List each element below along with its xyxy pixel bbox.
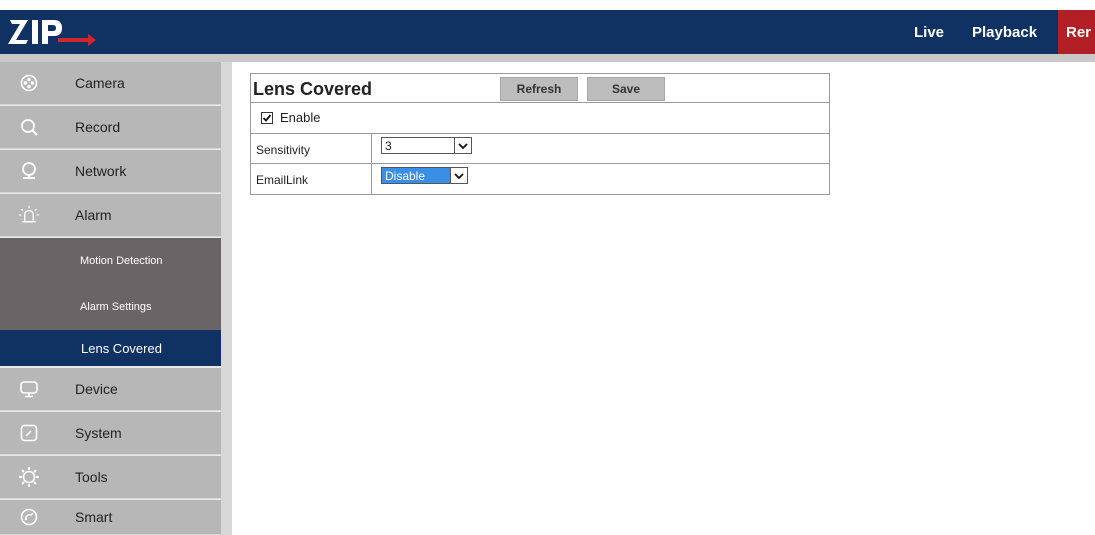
sensitivity-label: Sensitivity [256,143,311,157]
enable-label: Enable [280,110,321,125]
sidebar-item-tools[interactable]: Tools [0,456,221,499]
emaillink-label: EmailLink [256,173,309,187]
sidebar-item-camera[interactable]: Camera [0,62,221,105]
emaillink-row: EmailLink Disable [251,164,829,194]
zip-logo [8,20,96,46]
sidebar-item-smart[interactable]: Smart [0,500,221,535]
sidebar-item-device[interactable]: Device [0,368,221,411]
system-icon [18,422,40,444]
sidebar-scrollbar[interactable] [221,62,232,535]
sidebar-item-system[interactable]: System [0,412,221,455]
header-bar: Live Playback Rer [0,10,1095,54]
top-strip [0,0,1095,10]
sidebar-item-label: Device [75,381,118,397]
camera-icon [18,72,40,94]
sidebar-subitem-motion-detection[interactable]: Motion Detection [0,238,221,284]
sidebar-item-label: Network [75,163,127,179]
sidebar: Camera Record Network Alarm Motion Detec… [0,62,232,535]
refresh-button[interactable]: Refresh [500,77,578,101]
nav-playback[interactable]: Playback [972,10,1037,54]
network-icon [18,160,40,182]
chevron-down-icon[interactable] [450,168,467,183]
sidebar-subitem-label: Lens Covered [81,340,162,356]
save-button[interactable]: Save [587,77,665,101]
panel-header: Lens Covered Refresh Save [251,74,829,103]
gear-icon [18,466,40,488]
sensitivity-value: 3 [385,138,392,153]
enable-row: Enable [251,103,829,134]
sidebar-item-label: System [75,425,122,441]
sensitivity-row: Sensitivity 3 [251,134,829,164]
emaillink-value: Disable [382,168,450,183]
sidebar-item-label: Tools [75,469,108,485]
lens-covered-panel: Lens Covered Refresh Save Enable Sensiti… [250,73,830,195]
search-icon [18,116,40,138]
smart-icon [18,506,40,528]
alarm-icon [18,204,40,226]
enable-checkbox[interactable] [261,112,273,124]
sidebar-subitem-label: Alarm Settings [80,301,152,313]
chevron-down-icon[interactable] [454,138,471,153]
header-divider [0,54,1095,62]
nav-live[interactable]: Live [914,10,944,54]
sidebar-item-record[interactable]: Record [0,106,221,149]
sidebar-subitem-label: Motion Detection [80,255,163,267]
sidebar-item-label: Alarm [75,207,112,223]
sidebar-item-alarm[interactable]: Alarm [0,194,221,237]
sidebar-subitem-lens-covered[interactable]: Lens Covered [0,330,221,366]
emaillink-select[interactable]: Disable [381,167,468,184]
sensitivity-select[interactable]: 3 [381,137,472,154]
sidebar-item-label: Record [75,119,121,135]
sidebar-subitem-alarm-settings[interactable]: Alarm Settings [0,284,221,330]
sidebar-item-network[interactable]: Network [0,150,221,193]
page-title: Lens Covered [253,79,373,99]
sidebar-item-label: Camera [75,75,125,91]
sidebar-item-label: Smart [75,509,113,525]
checkmark-icon [262,114,272,122]
nav-remote[interactable]: Rer [1058,10,1095,54]
monitor-icon [18,378,40,400]
